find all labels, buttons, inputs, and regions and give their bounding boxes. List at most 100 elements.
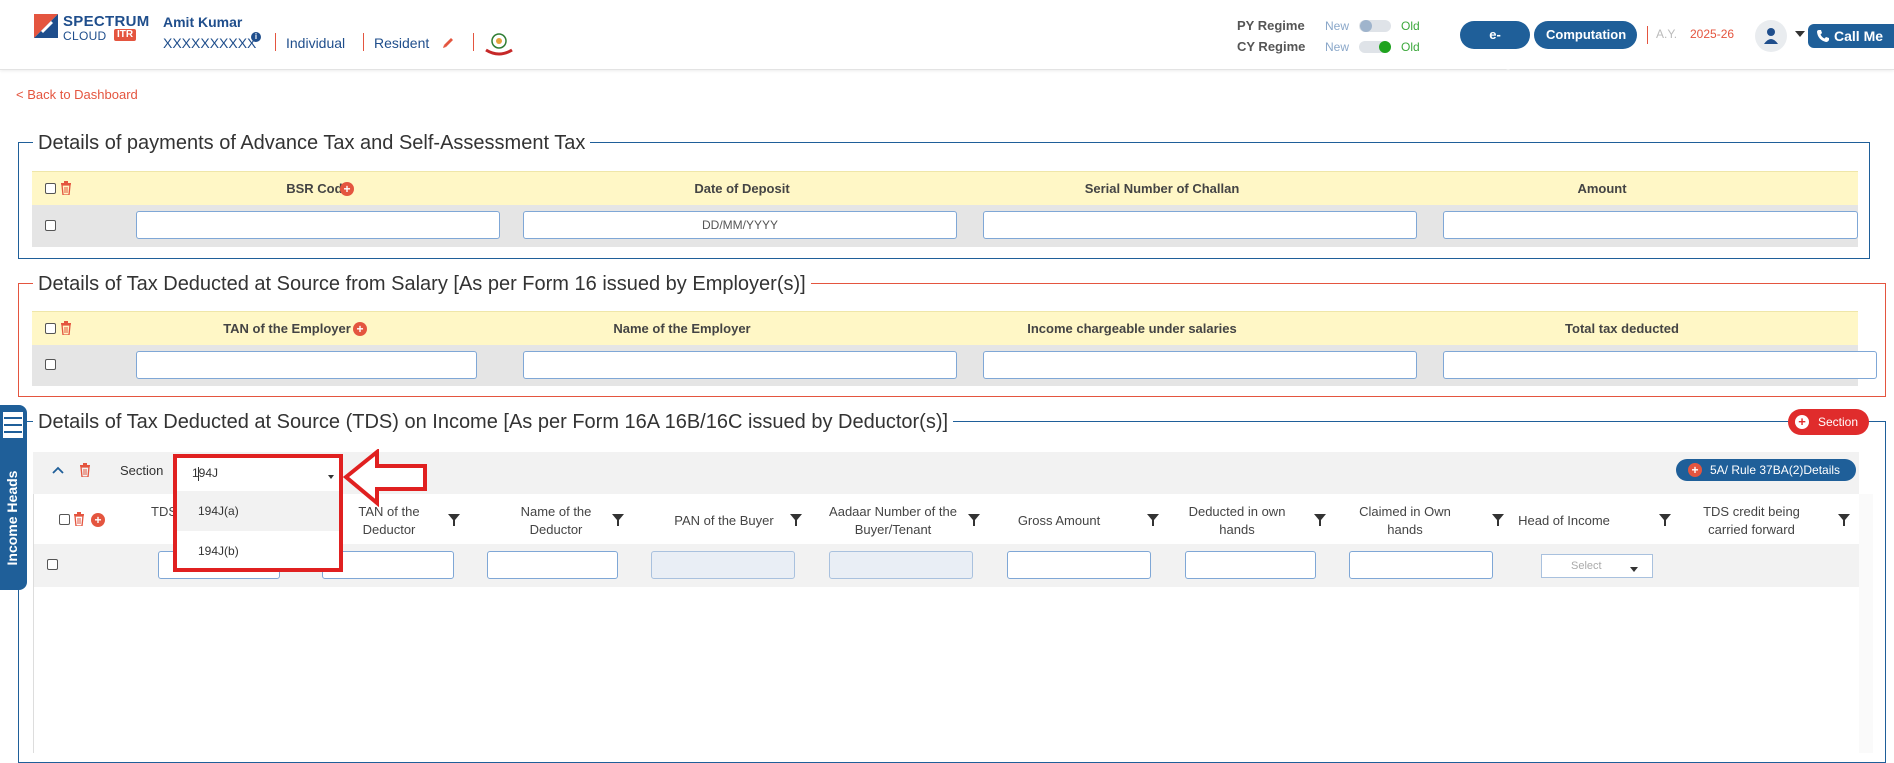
dropdown-option[interactable]: 194J(a) [177,491,339,531]
chevron-down-icon[interactable] [1630,567,1638,572]
head-of-income-select[interactable]: Select [1541,554,1653,578]
claimed-own-hands-input[interactable] [1349,551,1493,579]
col-total-tax-deducted: Total tax deducted [1565,321,1679,336]
col-head-of-income: Head of Income [1518,513,1610,528]
advance-tax-section: Details of payments of Advance Tax and S… [18,131,1870,259]
row-checkbox[interactable] [45,220,56,231]
delete-trash-icon[interactable] [79,463,91,477]
gross-amount-input[interactable] [1007,551,1151,579]
filter-funnel-icon[interactable] [1659,514,1671,526]
col-name-deductor: Name of the Deductor [520,504,592,537]
logo-text-cloud: CLOUD [63,29,107,43]
section-dropdown-value[interactable]: 194J [192,466,218,480]
cy-regime-label: CY Regime [1237,39,1306,54]
user-avatar[interactable] [1755,20,1787,52]
section-dropdown[interactable]: 194J 194J(a) 194J(b) [173,454,343,572]
income-heads-side-tab[interactable]: Income Heads [0,405,27,590]
rule-37ba-details-button[interactable]: + 5A/ Rule 37BA(2)Details [1676,459,1856,481]
spectrum-logo-icon [34,14,58,38]
ay-value[interactable]: 2025-26 [1690,27,1734,41]
add-section-button[interactable]: + Section [1788,409,1869,435]
chevron-up-icon[interactable] [52,466,64,474]
filter-funnel-icon[interactable] [1492,514,1504,526]
filter-funnel-icon[interactable] [790,514,802,526]
add-plus-icon[interactable]: + [353,322,367,336]
logo-text-spectrum: SPECTRUM [63,13,150,30]
plus-circle-icon: + [1688,463,1702,477]
filter-funnel-icon[interactable] [1314,514,1326,526]
divider [363,33,364,51]
select-all-checkbox[interactable] [45,323,56,334]
col-aadhaar-buyer: Aadaar Number of the Buyer/Tenant [829,504,957,537]
add-section-label: Section [1818,415,1859,429]
col-income-chargeable: Income chargeable under salaries [1027,321,1237,336]
col-serial-number-challan: Serial Number of Challan [1084,181,1240,196]
amount-input[interactable] [1443,211,1858,239]
tan-employer-input[interactable] [136,351,477,379]
logo-badge-itr: ITR [114,29,137,41]
info-icon[interactable]: i [251,32,261,42]
chevron-down-icon[interactable] [1795,31,1805,37]
filter-funnel-icon[interactable] [1838,514,1850,526]
row-checkbox[interactable] [47,559,58,570]
ay-label: A.Y. [1656,27,1678,41]
dropdown-option[interactable]: 194J(b) [177,531,339,571]
row-checkbox[interactable] [45,359,56,370]
tds-income-title: Details of Tax Deducted at Source (TDS) … [33,410,954,434]
efiling-button[interactable]: e-Filing [1460,21,1530,70]
select-all-checkbox[interactable] [45,183,56,194]
date-of-deposit-input[interactable]: DD/MM/YYYY [523,211,957,239]
pan-buyer-input [651,551,795,579]
chevron-down-icon[interactable] [328,475,334,479]
cy-regime-toggle[interactable] [1359,41,1391,53]
delete-trash-icon[interactable] [60,321,72,335]
col-gross-amount: Gross Amount [1017,513,1101,528]
phone-icon [1817,30,1829,42]
call-me-button[interactable]: Call Me [1808,24,1894,48]
filter-funnel-icon[interactable] [448,514,460,526]
tds-salary-section: Details of Tax Deducted at Source from S… [18,272,1886,397]
delete-trash-icon[interactable] [60,181,72,195]
delete-trash-icon[interactable] [73,512,85,526]
filter-funnel-icon[interactable] [1147,514,1159,526]
col-name-employer: Name of the Employer [613,321,751,336]
employer-name-input[interactable] [523,351,957,379]
add-plus-icon[interactable]: + [91,513,105,527]
income-chargeable-input[interactable] [983,351,1417,379]
edit-pencil-icon[interactable] [442,36,455,49]
user-name: Amit Kumar [163,14,243,30]
deducted-own-hands-input[interactable] [1185,551,1316,579]
status-resident[interactable]: Resident [374,35,429,51]
deductor-name-input[interactable] [487,551,618,579]
divider [1647,26,1648,44]
rule-37ba-label: 5A/ Rule 37BA(2)Details [1710,463,1841,477]
col-amount: Amount [1577,181,1627,196]
challan-serial-input[interactable] [983,211,1417,239]
col-tan-employer: TAN of the Employer [223,321,351,336]
add-plus-icon[interactable]: + [340,182,354,196]
hamburger-menu-icon[interactable] [3,412,23,438]
col-claimed-own-hands: Claimed in Own hands [1359,504,1451,537]
total-tax-deducted-input[interactable] [1443,351,1877,379]
call-me-label: Call Me [1834,28,1884,44]
bsr-code-input[interactable] [136,211,500,239]
py-regime-old: Old [1401,19,1420,33]
cy-regime-old: Old [1401,40,1420,54]
col-tan-deductor: TAN of the Deductor [358,504,420,537]
aadhaar-buyer-input [829,551,973,579]
py-regime-toggle[interactable] [1359,20,1391,32]
computation-button[interactable]: Computation [1534,21,1637,49]
filter-funnel-icon[interactable] [612,514,624,526]
divider [473,33,474,51]
col-deducted-own-hands: Deducted in own hands [1188,504,1286,537]
col-date-of-deposit: Date of Deposit [694,181,790,196]
advance-tax-table-header: BSR Code + Date of Deposit Serial Number… [32,171,1858,206]
back-to-dashboard-link[interactable]: < Back to Dashboard [16,87,138,102]
py-regime-label: PY Regime [1237,18,1305,33]
vertical-scrollbar[interactable] [1859,494,1873,753]
select-all-checkbox[interactable] [59,514,70,525]
divider [275,33,276,51]
filter-funnel-icon[interactable] [968,514,980,526]
income-tax-dept-emblem-icon [485,33,513,56]
status-individual[interactable]: Individual [286,35,345,51]
